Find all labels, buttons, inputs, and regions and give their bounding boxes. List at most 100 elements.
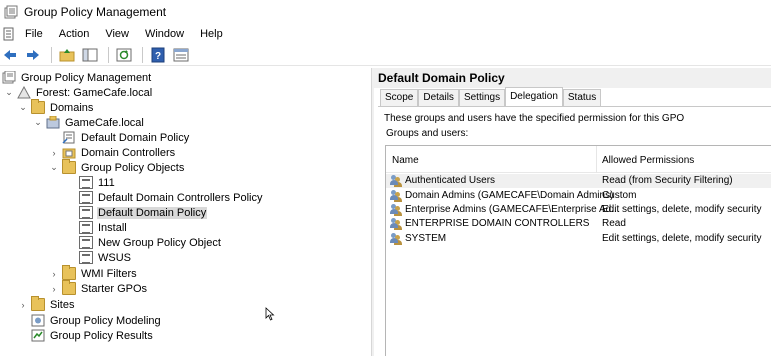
chevron-down-icon[interactable]: ⌄ [49, 162, 59, 173]
user-group-icon [390, 233, 402, 245]
tree-item-default-domain-policy-link[interactable]: Default Domain Policy [62, 130, 190, 145]
list-header: Name Allowed Permissions [386, 146, 771, 173]
tree-label: Default Domain Controllers Policy [98, 191, 263, 204]
gpo-icon [79, 236, 93, 249]
user-group-icon [390, 204, 402, 216]
menu-file[interactable]: File [17, 24, 51, 44]
tab-details[interactable]: Details [418, 89, 459, 106]
principal-name: ENTERPRISE DOMAIN CONTROLLERS [405, 218, 590, 229]
permission-row[interactable]: Domain Admins (GAMECAFE\Domain Admins) C… [386, 189, 771, 203]
chevron-down-icon[interactable]: ⌄ [33, 117, 43, 128]
show-hide-tree-icon[interactable] [80, 46, 100, 64]
refresh-icon[interactable] [114, 46, 134, 64]
chevron-down-icon[interactable]: ⌄ [4, 87, 14, 98]
chevron-right-icon[interactable]: › [49, 284, 59, 294]
toolbar-separator [108, 46, 109, 63]
tree-item-gpo[interactable]: New Group Policy Object [79, 235, 222, 250]
column-divider[interactable] [596, 146, 597, 173]
back-arrow-icon[interactable] [0, 46, 20, 64]
gpo-icon [79, 176, 93, 189]
tree-label: Sites [50, 298, 75, 311]
forward-arrow-icon[interactable] [23, 46, 43, 64]
tree-item-wmi-filters[interactable]: › WMI Filters [49, 265, 138, 281]
help-icon[interactable]: ? [148, 46, 168, 64]
tab-settings[interactable]: Settings [458, 89, 506, 106]
menu-view[interactable]: View [97, 24, 137, 44]
domain-icon [46, 115, 60, 129]
tree-label: Group Policy Results [50, 329, 153, 342]
tree-item-gpo[interactable]: Install [79, 220, 128, 235]
tree-item-sites[interactable]: › Sites [18, 296, 75, 312]
principal-name: Domain Admins (GAMECAFE\Domain Admins) [405, 190, 614, 201]
tree-label: Default Domain Policy [81, 131, 190, 144]
tree-label: New Group Policy Object [98, 236, 221, 249]
tree-label: Group Policy Management [21, 71, 152, 84]
title-bar: Group Policy Management [0, 0, 771, 24]
delegation-description: These groups and users have the specifie… [384, 113, 685, 124]
tree-item-root[interactable]: Group Policy Management [2, 70, 152, 85]
tree-item-results[interactable]: Group Policy Results [31, 328, 154, 343]
tab-strip: Scope Details Settings Delegation Status [380, 87, 602, 106]
chevron-right-icon[interactable]: › [49, 148, 59, 158]
principal-permission: Read (from Security Filtering) [602, 175, 733, 186]
tree-item-domains[interactable]: ⌄ Domains [18, 99, 94, 115]
permission-row[interactable]: Enterprise Admins (GAMECAFE\Enterprise A… [386, 203, 771, 217]
gpo-icon [79, 251, 93, 264]
menu-bar: File Action View Window Help [0, 24, 771, 44]
tree-item-forest[interactable]: ⌄ Forest: GameCafe.local [4, 85, 153, 100]
permission-row[interactable]: Authenticated Users Read (from Security … [386, 174, 771, 188]
permission-row[interactable]: ENTERPRISE DOMAIN CONTROLLERS Read [386, 217, 771, 231]
tree-label: Forest: GameCafe.local [36, 86, 153, 99]
principal-permission: Edit settings, delete, modify security [602, 233, 762, 244]
toolbar-separator [51, 46, 52, 63]
results-icon [31, 329, 45, 342]
up-folder-icon[interactable] [57, 46, 77, 64]
delegation-panel: These groups and users have the specifie… [378, 106, 771, 356]
modeling-icon [31, 314, 45, 327]
ou-folder-icon [62, 146, 76, 159]
tree-label: Group Policy Objects [81, 161, 185, 174]
tree-label: GameCafe.local [65, 116, 144, 129]
chevron-down-icon[interactable]: ⌄ [18, 102, 28, 113]
principal-permission: Custom [602, 190, 637, 201]
tab-delegation[interactable]: Delegation [505, 87, 563, 106]
principal-name: Authenticated Users [405, 175, 496, 186]
permission-row[interactable]: SYSTEM Edit settings, delete, modify sec… [386, 232, 771, 246]
tree-item-domain[interactable]: ⌄ GameCafe.local [33, 115, 145, 130]
system-menu-icon[interactable] [3, 27, 15, 41]
window-title: Group Policy Management [24, 5, 167, 19]
tree-item-gpo-selected[interactable]: Default Domain Policy [79, 205, 208, 220]
chevron-right-icon[interactable]: › [18, 300, 28, 310]
groups-users-label: Groups and users: [386, 128, 469, 139]
tree-label: Install [98, 221, 127, 234]
menu-window[interactable]: Window [137, 24, 192, 44]
principal-permission: Edit settings, delete, modify security [602, 204, 762, 215]
tree-label: Group Policy Modeling [50, 314, 161, 327]
permissions-list[interactable]: Name Allowed Permissions Authenticated U… [385, 145, 771, 356]
column-header-name[interactable]: Name [392, 155, 419, 166]
tree-item-gpo[interactable]: Default Domain Controllers Policy [79, 190, 263, 205]
gpo-icon [79, 206, 93, 219]
tree-label: Domain Controllers [81, 146, 176, 159]
tree-item-group-policy-objects[interactable]: ⌄ Group Policy Objects [49, 159, 185, 175]
tree-item-gpo[interactable]: WSUS [79, 250, 132, 265]
group-policy-app-icon [4, 5, 18, 19]
tree-item-modeling[interactable]: Group Policy Modeling [31, 313, 162, 328]
chevron-right-icon[interactable]: › [49, 269, 59, 279]
column-header-permissions[interactable]: Allowed Permissions [602, 155, 694, 166]
tree-item-starter-gpos[interactable]: › Starter GPOs [49, 280, 148, 296]
tree-item-domain-controllers[interactable]: › Domain Controllers [49, 145, 176, 160]
user-group-icon [390, 190, 402, 202]
folder-icon [31, 296, 45, 311]
tree-label: WSUS [98, 251, 131, 264]
tab-status[interactable]: Status [562, 89, 602, 106]
tree-item-gpo[interactable]: 111 [79, 175, 116, 190]
console-tree: Group Policy Management ⌄ Forest: GameCa… [0, 68, 371, 356]
tab-scope[interactable]: Scope [380, 89, 419, 106]
menu-action[interactable]: Action [51, 24, 98, 44]
toolbar: ? [0, 44, 771, 66]
properties-icon[interactable] [171, 46, 191, 64]
user-group-icon [390, 218, 402, 230]
principal-name: SYSTEM [405, 233, 447, 244]
menu-help[interactable]: Help [192, 24, 231, 44]
